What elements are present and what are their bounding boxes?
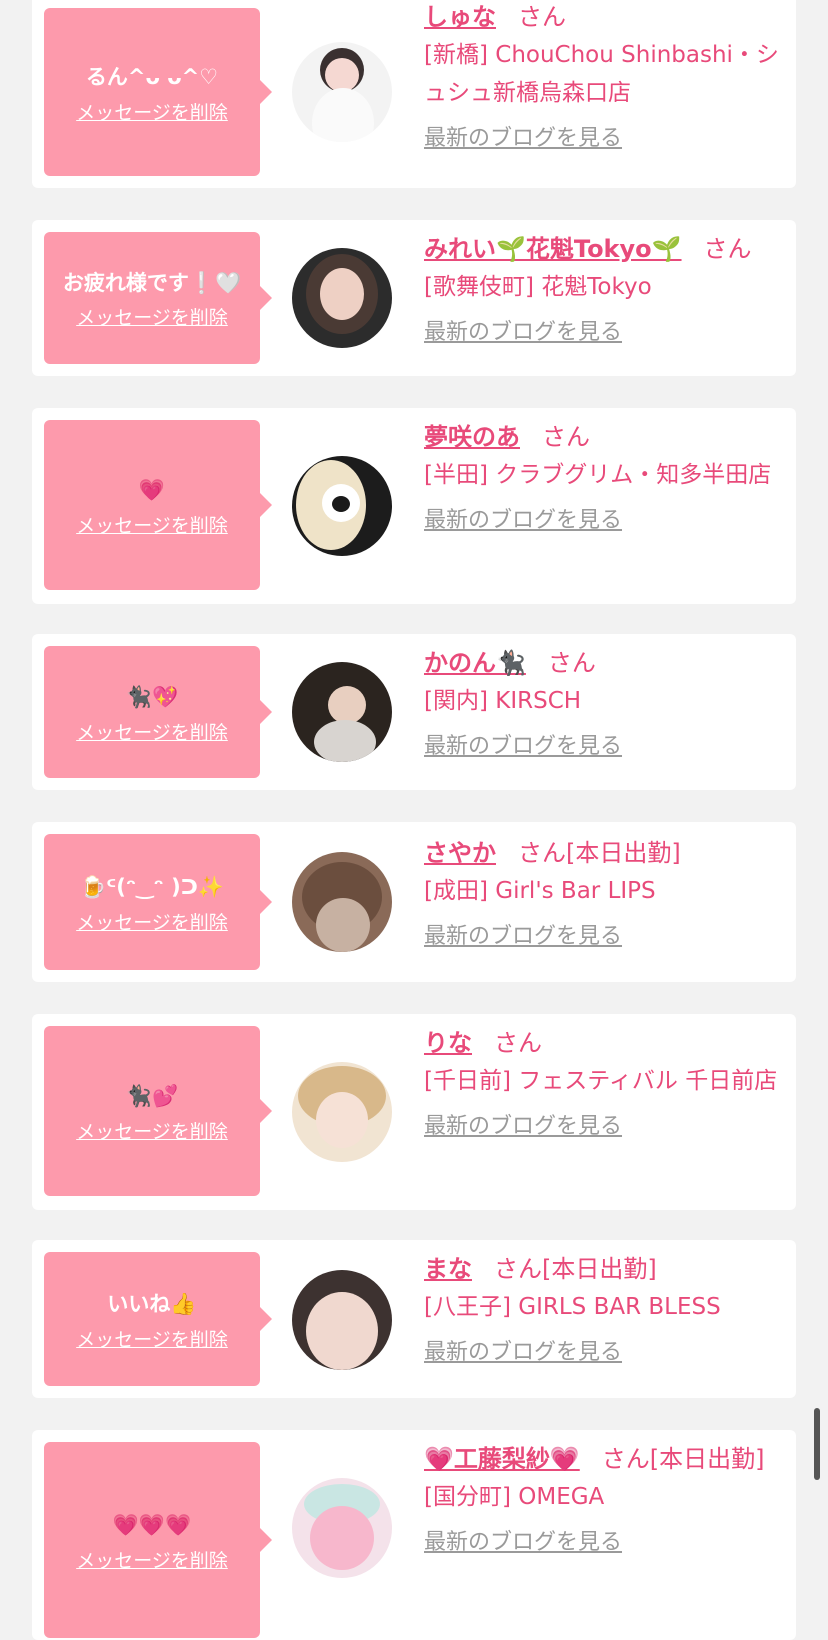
message-bubble: 💗💗💗 メッセージを削除: [44, 1442, 272, 1638]
avatar[interactable]: [292, 1062, 392, 1162]
shop-name: [八王子] GIRLS BAR BLESS: [424, 1294, 721, 1320]
delete-message-link[interactable]: メッセージを削除: [76, 718, 228, 745]
list-item: お疲れ様です❕🤍 メッセージを削除 みれい🌱花魁Tokyo🌱 さん [歌舞伎町] …: [32, 220, 796, 376]
profile-name-link[interactable]: さやか: [424, 839, 496, 867]
profile-info: みれい🌱花魁Tokyo🌱 さん [歌舞伎町] 花魁Tokyo 最新のブログを見る: [424, 230, 784, 346]
honorific: さん: [542, 423, 590, 451]
avatar[interactable]: [292, 662, 392, 762]
message-text: 🍺ᑦ(ᵔ‿ᵔ )ᑐ✨: [80, 874, 224, 899]
message-bubble: 🐈‍⬛💕 メッセージを削除: [44, 1026, 272, 1196]
shop-name: [成田] Girl's Bar LIPS: [424, 878, 656, 904]
profile-info: りな さん [千日前] フェスティバル 千日前店 最新のブログを見る: [424, 1024, 784, 1140]
message-text: 💗: [138, 477, 166, 502]
shop-name: [関内] KIRSCH: [424, 688, 582, 714]
latest-blog-link[interactable]: 最新のブログを見る: [424, 502, 784, 534]
profile-info: かのん🐈‍⬛ さん [関内] KIRSCH 最新のブログを見る: [424, 644, 784, 760]
shop-name: [新橋] ChouChou Shinbashi・シュシュ新橋烏森口店: [424, 42, 779, 106]
message-text: お疲れ様です❕🤍: [62, 270, 242, 295]
profile-name-link[interactable]: みれい🌱花魁Tokyo🌱: [424, 235, 682, 263]
attendance-badge: [本日出勤]: [542, 1255, 657, 1283]
delete-message-link[interactable]: メッセージを削除: [76, 1546, 228, 1573]
avatar[interactable]: [292, 456, 392, 556]
profile-info: 💗工藤梨紗💗 さん[本日出勤] [国分町] OMEGA 最新のブログを見る: [424, 1440, 784, 1556]
profile-name-link[interactable]: りな: [424, 1029, 472, 1057]
shop-name: [半田] クラブグリム・知多半田店: [424, 462, 772, 488]
avatar[interactable]: [292, 1478, 392, 1578]
profile-info: まな さん[本日出勤] [八王子] GIRLS BAR BLESS 最新のブログを…: [424, 1250, 784, 1366]
honorific: さん: [601, 1445, 650, 1473]
profile-name-link[interactable]: しゅな: [424, 3, 496, 31]
delete-message-link[interactable]: メッセージを削除: [76, 1325, 228, 1352]
message-bubble: るん^ᴗ ᴗ^♡ メッセージを削除: [44, 8, 272, 176]
delete-message-link[interactable]: メッセージを削除: [76, 303, 228, 330]
honorific: さん: [547, 649, 596, 677]
honorific: さん: [494, 1029, 542, 1057]
list-item: 🐈‍⬛💖 メッセージを削除 かのん🐈‍⬛ さん [関内] KIRSCH 最新のブロ…: [32, 634, 796, 790]
honorific: さん: [518, 839, 566, 867]
profile-name-link[interactable]: まな: [424, 1255, 472, 1283]
shop-name: [国分町] OMEGA: [424, 1484, 605, 1510]
list-item: 🐈‍⬛💕 メッセージを削除 りな さん [千日前] フェスティバル 千日前店 最新…: [32, 1014, 796, 1210]
honorific: さん: [518, 3, 566, 31]
latest-blog-link[interactable]: 最新のブログを見る: [424, 728, 784, 760]
profile-info: 夢咲のあ さん [半田] クラブグリム・知多半田店 最新のブログを見る: [424, 418, 784, 534]
message-bubble: 🐈‍⬛💖 メッセージを削除: [44, 646, 272, 778]
honorific: さん: [494, 1255, 542, 1283]
message-bubble: お疲れ様です❕🤍 メッセージを削除: [44, 232, 272, 364]
latest-blog-link[interactable]: 最新のブログを見る: [424, 1108, 784, 1140]
latest-blog-link[interactable]: 最新のブログを見る: [424, 314, 784, 346]
scrollbar[interactable]: [814, 1408, 820, 1480]
avatar[interactable]: [292, 42, 392, 142]
honorific: さん: [703, 235, 752, 263]
avatar[interactable]: [292, 1270, 392, 1370]
message-text: 💗💗💗: [112, 1512, 192, 1537]
message-text: 🐈‍⬛💖: [125, 684, 179, 709]
list-item: いいね👍 メッセージを削除 まな さん[本日出勤] [八王子] GIRLS BAR…: [32, 1240, 796, 1398]
profile-name-link[interactable]: 💗工藤梨紗💗: [424, 1445, 580, 1473]
shop-name: [歌舞伎町] 花魁Tokyo: [424, 274, 652, 300]
message-text: いいね👍: [107, 1291, 197, 1316]
message-bubble: いいね👍 メッセージを削除: [44, 1252, 272, 1386]
latest-blog-link[interactable]: 最新のブログを見る: [424, 1334, 784, 1366]
list-item: 🍺ᑦ(ᵔ‿ᵔ )ᑐ✨ メッセージを削除 さやか さん[本日出勤] [成田] Gir…: [32, 822, 796, 982]
latest-blog-link[interactable]: 最新のブログを見る: [424, 918, 784, 950]
shop-name: [千日前] フェスティバル 千日前店: [424, 1068, 778, 1094]
list-item: るん^ᴗ ᴗ^♡ メッセージを削除 しゅな さん [新橋] ChouChou Sh…: [32, 0, 796, 188]
avatar[interactable]: [292, 248, 392, 348]
avatar[interactable]: [292, 852, 392, 952]
list-item: 💗💗💗 メッセージを削除 💗工藤梨紗💗 さん[本日出勤] [国分町] OMEGA …: [32, 1430, 796, 1640]
delete-message-link[interactable]: メッセージを削除: [76, 98, 228, 125]
attendance-badge: [本日出勤]: [649, 1445, 765, 1473]
latest-blog-link[interactable]: 最新のブログを見る: [424, 120, 784, 152]
profile-name-link[interactable]: 夢咲のあ: [424, 423, 520, 451]
delete-message-link[interactable]: メッセージを削除: [76, 511, 228, 538]
profile-info: さやか さん[本日出勤] [成田] Girl's Bar LIPS 最新のブログを…: [424, 834, 784, 950]
latest-blog-link[interactable]: 最新のブログを見る: [424, 1524, 784, 1556]
profile-info: しゅな さん [新橋] ChouChou Shinbashi・シュシュ新橋烏森口店…: [424, 0, 784, 152]
message-bubble: 💗 メッセージを削除: [44, 420, 272, 590]
message-text: るん^ᴗ ᴗ^♡: [85, 64, 219, 89]
profile-name-link[interactable]: かのん🐈‍⬛: [424, 649, 526, 677]
delete-message-link[interactable]: メッセージを削除: [76, 908, 228, 935]
list-item: 💗 メッセージを削除 夢咲のあ さん [半田] クラブグリム・知多半田店 最新のブ…: [32, 408, 796, 604]
message-bubble: 🍺ᑦ(ᵔ‿ᵔ )ᑐ✨ メッセージを削除: [44, 834, 272, 970]
delete-message-link[interactable]: メッセージを削除: [76, 1117, 228, 1144]
message-text: 🐈‍⬛💕: [125, 1083, 179, 1108]
attendance-badge: [本日出勤]: [566, 839, 681, 867]
